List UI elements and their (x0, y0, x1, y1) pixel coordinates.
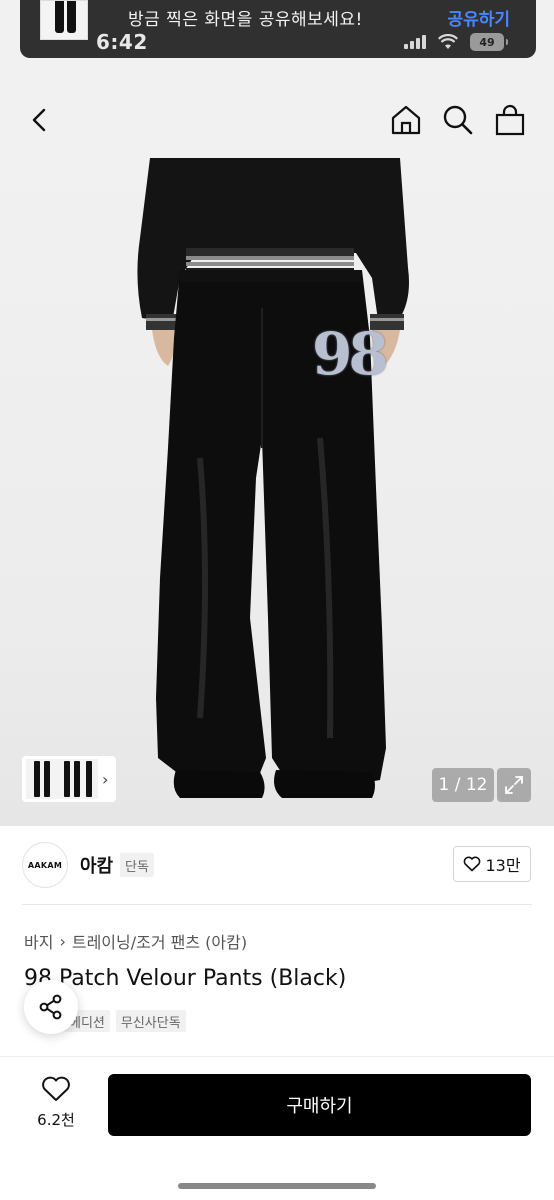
search-button[interactable] (440, 100, 476, 140)
bottom-action-bar: 6.2천 구매하기 (0, 1056, 554, 1200)
image-counter: 1 / 12 (432, 768, 494, 802)
wishlist-count: 6.2천 (37, 1111, 75, 1129)
top-nav (0, 62, 554, 158)
exclusive-badge: 단독 (120, 853, 154, 877)
expand-icon (505, 776, 523, 794)
breadcrumb-item[interactable]: 트레이닝/조거 팬츠 (아캄) (72, 929, 247, 953)
cart-button[interactable] (492, 100, 528, 140)
battery-icon: 49 (470, 33, 508, 51)
product-tags: 에디션 무신사단독 (64, 1010, 186, 1032)
banner-message: 방금 찍은 화면을 공유해보세요! (128, 10, 363, 30)
thumbnail-strip[interactable]: › (22, 756, 116, 802)
share-icon (39, 994, 62, 1020)
breadcrumb: 바지 › 트레이닝/조거 팬츠 (아캄) (24, 929, 247, 953)
share-action-link[interactable]: 공유하기 (447, 5, 510, 30)
wifi-icon (438, 34, 458, 49)
thumbnail-image (26, 759, 98, 799)
product-title: 98 Patch Velour Pants (Black) (24, 966, 347, 991)
back-button[interactable] (22, 102, 58, 138)
velour-pants-illustration (137, 158, 409, 798)
wishlist-button[interactable]: 6.2천 (26, 1075, 86, 1139)
search-icon (443, 105, 473, 135)
heart-icon (42, 1076, 70, 1101)
brand-name[interactable]: 아캄 (80, 852, 113, 878)
status-time: 6:42 (96, 30, 148, 54)
bag-icon (495, 104, 525, 136)
brand-like-button[interactable]: 13만 (453, 846, 531, 882)
product-image[interactable]: 98 (0, 158, 554, 826)
screenshot-thumbnail (40, 0, 88, 40)
brand-logo[interactable]: AAKAM (22, 842, 68, 888)
signal-icon (404, 35, 426, 49)
breadcrumb-item[interactable]: 바지 (24, 929, 53, 953)
status-icons: 49 (404, 32, 508, 52)
brand-like-count: 13만 (485, 856, 521, 875)
home-icon (391, 105, 421, 135)
home-button[interactable] (388, 100, 424, 140)
home-indicator (178, 1183, 376, 1189)
number-patch: 98 (312, 320, 389, 388)
chevron-left-icon (32, 108, 46, 132)
share-button[interactable] (24, 980, 78, 1034)
buy-button[interactable]: 구매하기 (108, 1074, 531, 1136)
chevron-right-icon: › (59, 931, 66, 951)
share-banner-card[interactable]: 방금 찍은 화면을 공유해보세요! 공유하기 6:42 49 (20, 0, 536, 58)
share-banner: 방금 찍은 화면을 공유해보세요! 공유하기 6:42 49 (0, 0, 554, 62)
heart-icon (464, 856, 481, 872)
chevron-right-icon: › (102, 769, 109, 789)
brand-row: AAKAM 아캄 단독 13만 (0, 826, 554, 906)
tag-exclusive: 무신사단독 (115, 1010, 186, 1032)
expand-button[interactable] (497, 768, 531, 802)
divider (22, 904, 532, 905)
